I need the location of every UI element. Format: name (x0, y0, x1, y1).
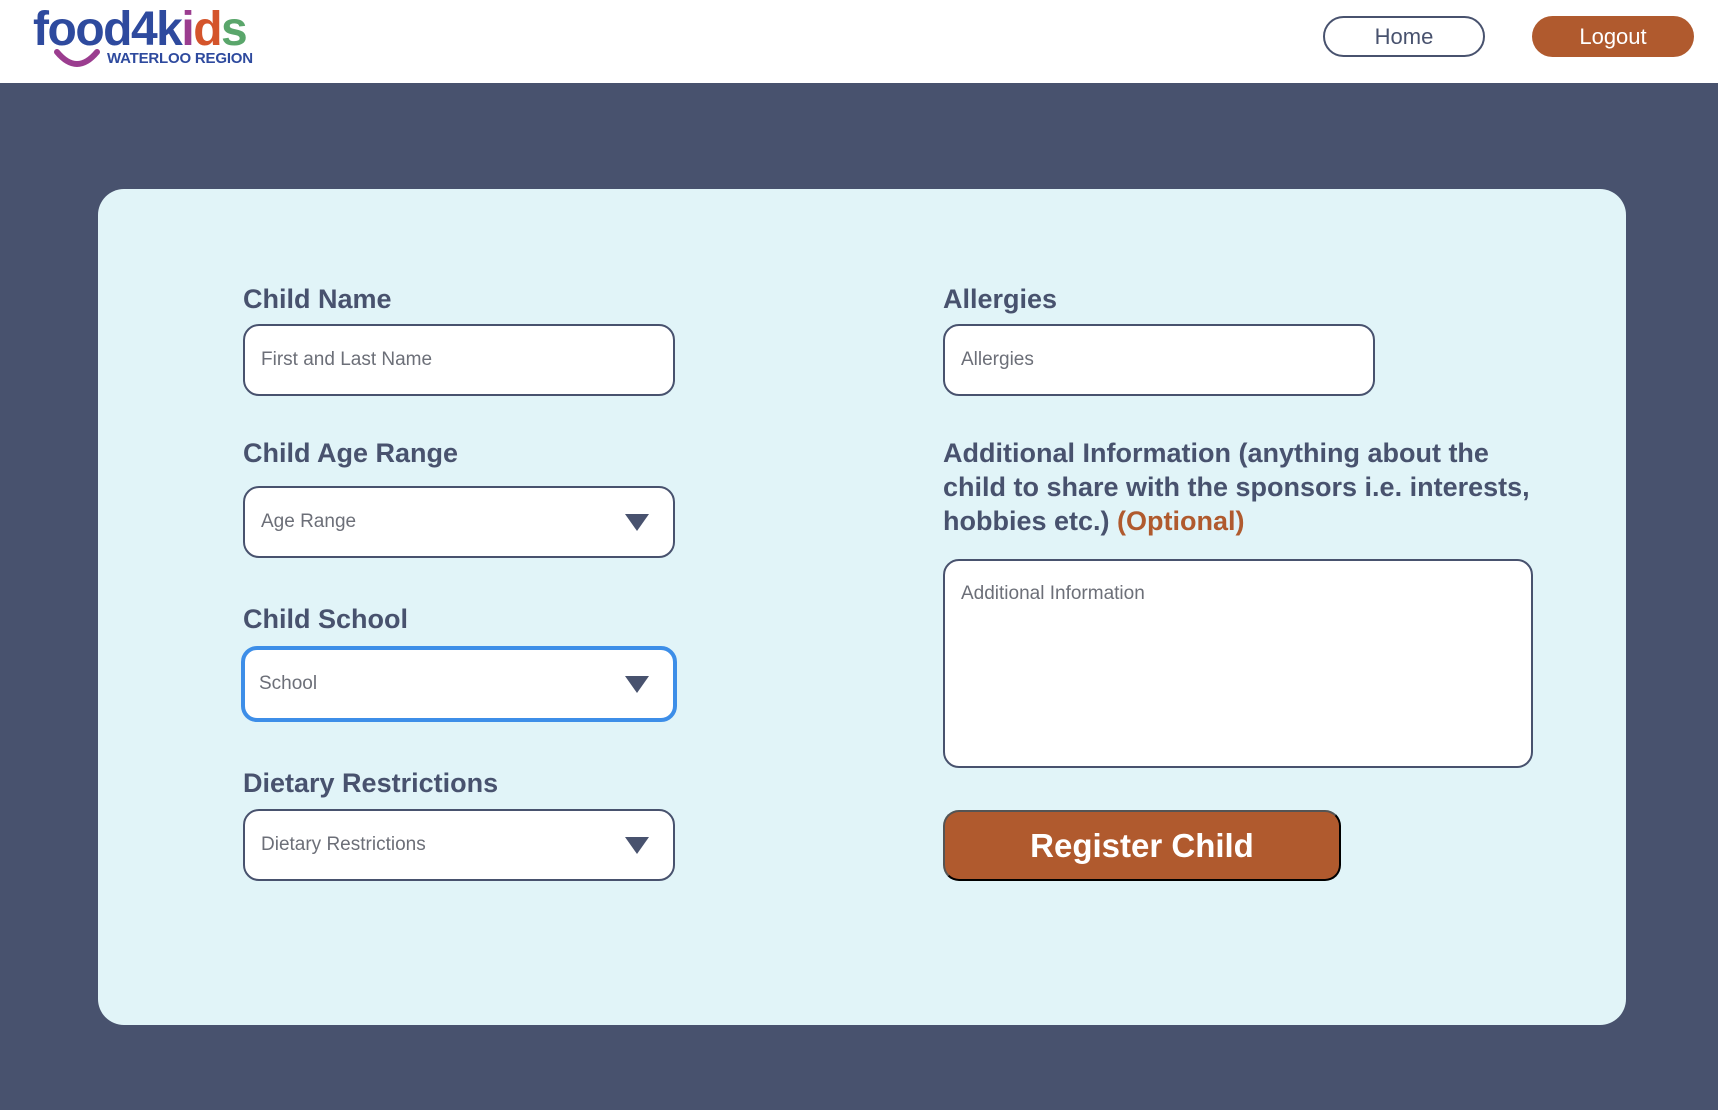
allergies-placeholder: Allergies (961, 349, 1034, 370)
child-name-input[interactable]: First and Last Name (243, 324, 675, 396)
logo-letter: k (156, 3, 183, 56)
register-child-button[interactable]: Register Child (943, 810, 1341, 881)
dropdown-caret-icon (625, 676, 649, 693)
allergies-input[interactable]: Allergies (943, 324, 1375, 396)
logo-letter: i (181, 3, 194, 56)
dietary-restrictions-label: Dietary Restrictions (243, 768, 499, 798)
logo-letter: d (193, 3, 222, 56)
age-range-select[interactable]: Age Range (243, 486, 675, 558)
dietary-restrictions-placeholder: Dietary Restrictions (261, 834, 426, 855)
food4kids-logo[interactable]: food4kids WATERLOO REGION (33, 6, 263, 70)
school-select[interactable]: School (241, 646, 677, 722)
home-button[interactable]: Home (1323, 16, 1485, 57)
child-school-label: Child School (243, 604, 408, 634)
school-placeholder: School (259, 673, 318, 694)
allergies-label: Allergies (943, 284, 1058, 314)
additional-information-placeholder: Additional Information (961, 583, 1145, 604)
additional-information-textarea[interactable]: Additional Information (943, 559, 1533, 768)
dietary-restrictions-select[interactable]: Dietary Restrictions (243, 809, 675, 881)
age-range-placeholder: Age Range (261, 511, 357, 532)
logo-letter: 4 (130, 3, 158, 56)
dropdown-caret-icon (625, 837, 649, 854)
child-name-placeholder: First and Last Name (261, 349, 433, 370)
logo-letter: f (33, 3, 49, 56)
logo-subtitle: WATERLOO REGION (107, 50, 253, 67)
child-age-range-label: Child Age Range (243, 438, 459, 468)
smile-icon (54, 49, 100, 67)
additional-information-label: Additional Information (anything about t… (943, 436, 1533, 538)
top-navigation-bar: food4kids WATERLOO REGION Home Logout (0, 0, 1718, 83)
logout-button[interactable]: Logout (1532, 16, 1694, 57)
logo-letter: d (103, 3, 132, 56)
child-name-label: Child Name (243, 284, 392, 314)
dropdown-caret-icon (625, 514, 649, 531)
optional-tag: (Optional) (1117, 506, 1245, 536)
logo-letter: s (221, 3, 248, 56)
